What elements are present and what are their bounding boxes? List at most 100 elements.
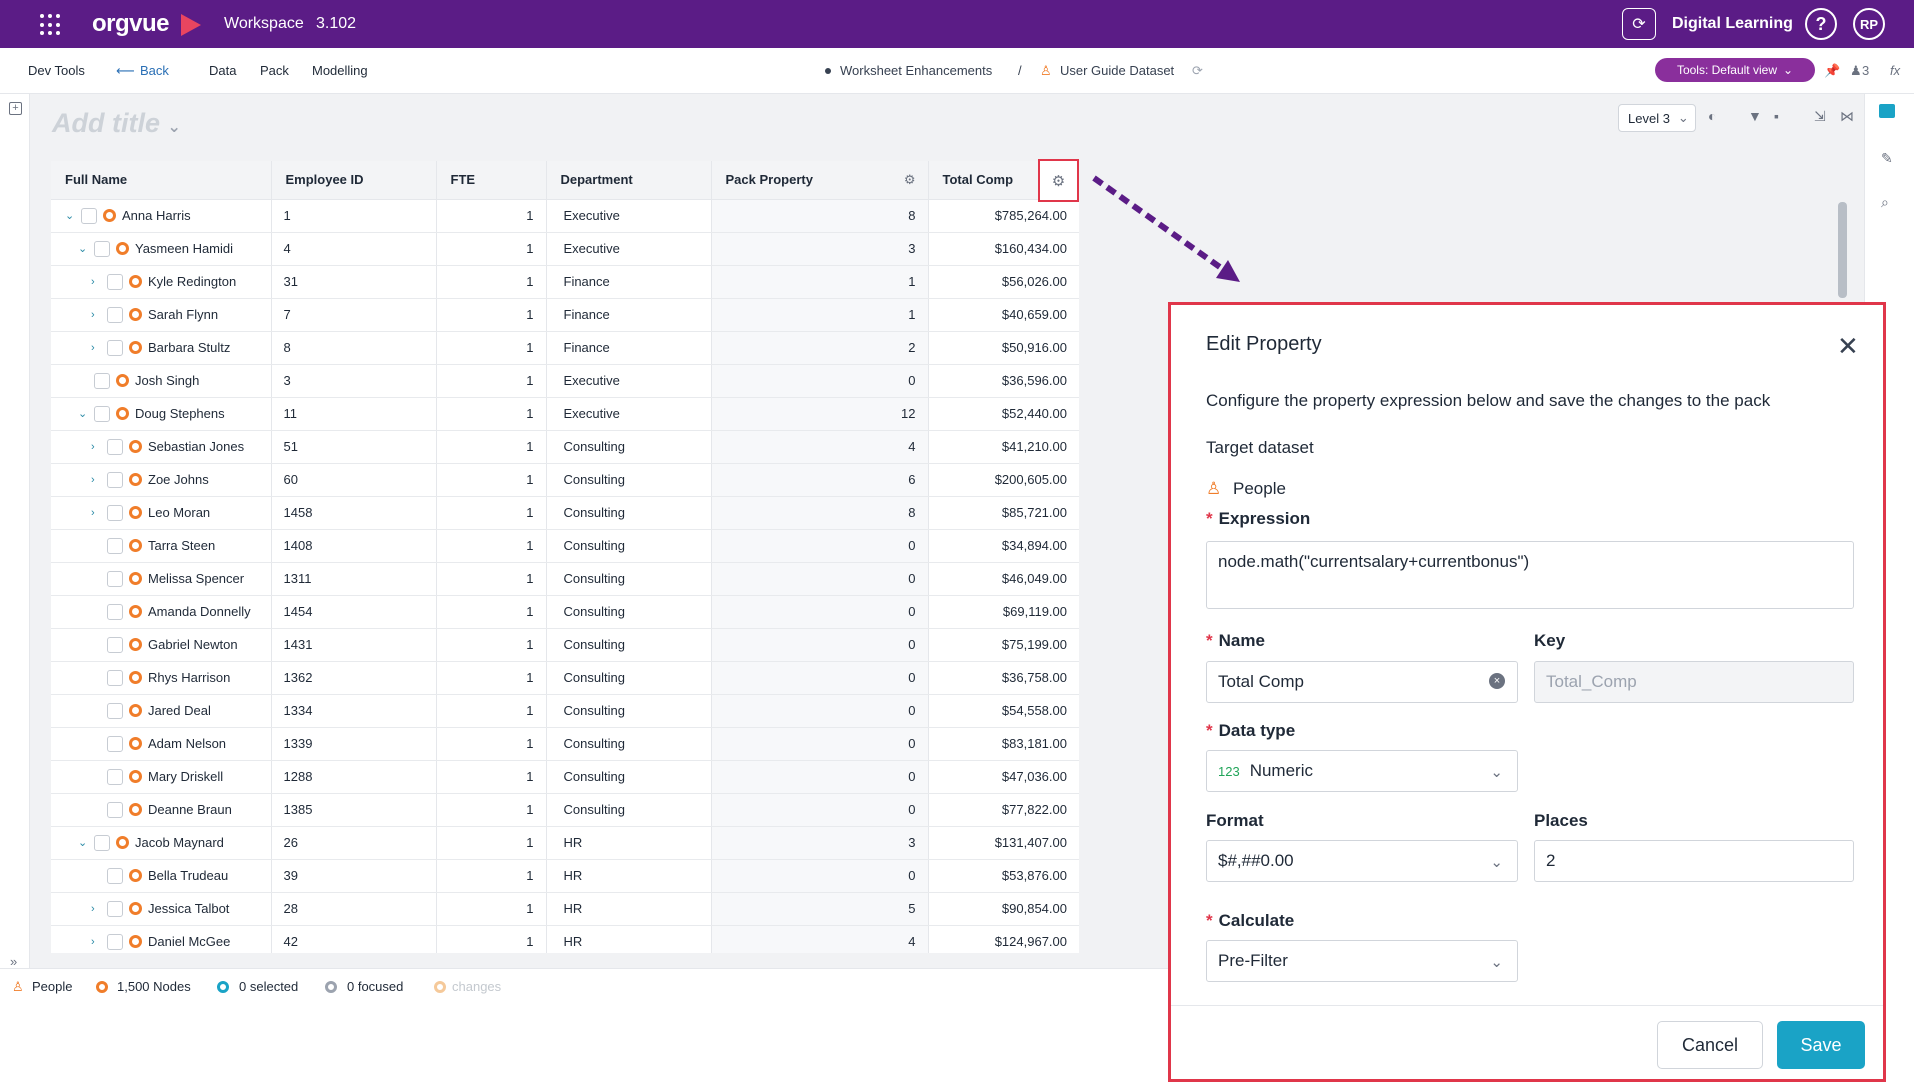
total-comp-cell[interactable]: $77,822.00 — [928, 793, 1079, 827]
data-type-select[interactable]: 123 Numeric ⌄ — [1206, 750, 1518, 792]
users-icon[interactable]: ♟ — [1850, 63, 1862, 79]
table-row[interactable]: Rhys Harrison 1362 1 Consulting 0 $36,758.00 — [51, 661, 1079, 695]
employee-id-cell[interactable]: 1311 — [271, 562, 437, 596]
tools-view-button[interactable]: Tools: Default view ⌄ — [1655, 58, 1815, 82]
fte-cell[interactable]: 1 — [436, 793, 547, 827]
full-name-cell[interactable]: Melissa Spencer — [51, 562, 272, 596]
status-changes[interactable]: changes — [452, 979, 501, 994]
full-name-cell[interactable]: › Zoe Johns — [51, 463, 272, 497]
chevron-right-icon[interactable]: › — [91, 936, 101, 948]
employee-id-cell[interactable]: 8 — [271, 331, 437, 365]
row-checkbox[interactable] — [107, 702, 123, 719]
total-comp-cell[interactable]: $46,049.00 — [928, 562, 1079, 596]
fte-cell[interactable]: 1 — [436, 760, 547, 794]
table-row[interactable]: Gabriel Newton 1431 1 Consulting 0 $75,199.00 — [51, 628, 1079, 662]
expression-textarea[interactable]: node.math("currentsalary+currentbonus") — [1206, 541, 1854, 609]
fte-cell[interactable]: 1 — [436, 529, 547, 563]
full-name-cell[interactable]: › Daniel McGee — [51, 925, 272, 953]
employee-id-cell[interactable]: 1288 — [271, 760, 437, 794]
full-name-cell[interactable]: › Kyle Redington — [51, 265, 272, 299]
chart-panel-icon[interactable] — [1879, 104, 1895, 118]
chevron-right-icon[interactable]: › — [91, 276, 101, 288]
total-comp-cell[interactable]: $124,967.00 — [928, 925, 1079, 953]
pack-property-cell[interactable]: 0 — [711, 760, 929, 794]
department-cell[interactable]: HR — [546, 859, 712, 893]
refresh-dataset-icon[interactable]: ⟳ — [1192, 63, 1203, 79]
pack-property-cell[interactable]: 5 — [711, 892, 929, 926]
status-focused[interactable]: 0 focused — [347, 979, 403, 994]
fte-cell[interactable]: 1 — [436, 661, 547, 695]
close-icon[interactable]: ✕ — [1837, 331, 1859, 362]
menu-dev-tools[interactable]: Dev Tools — [28, 63, 85, 78]
level-select[interactable]: Level 3 ⌄ — [1618, 104, 1696, 132]
department-cell[interactable]: Executive — [546, 199, 712, 233]
chevron-down-icon[interactable]: ⌄ — [78, 242, 88, 255]
full-name-cell[interactable]: Tarra Steen — [51, 529, 272, 563]
menu-pack[interactable]: Pack — [260, 63, 289, 78]
table-row[interactable]: Tarra Steen 1408 1 Consulting 0 $34,894.00 — [51, 529, 1079, 563]
status-nodes[interactable]: 1,500 Nodes — [117, 979, 191, 994]
pack-property-cell[interactable]: 0 — [711, 793, 929, 827]
employee-id-cell[interactable]: 1458 — [271, 496, 437, 530]
cancel-button[interactable]: Cancel — [1657, 1021, 1763, 1069]
chevron-right-icon[interactable]: › — [91, 342, 101, 354]
total-comp-cell[interactable]: $85,721.00 — [928, 496, 1079, 530]
employee-id-cell[interactable]: 51 — [271, 430, 437, 464]
column-header-fte[interactable]: FTE — [436, 161, 547, 200]
employee-id-cell[interactable]: 4 — [271, 232, 437, 266]
pack-property-cell[interactable]: 8 — [711, 496, 929, 530]
fte-cell[interactable]: 1 — [436, 562, 547, 596]
fte-cell[interactable]: 1 — [436, 694, 547, 728]
fte-cell[interactable]: 1 — [436, 397, 547, 431]
row-checkbox[interactable] — [107, 471, 123, 488]
column-header-employee-id[interactable]: Employee ID — [271, 161, 437, 200]
department-cell[interactable]: Consulting — [546, 628, 712, 662]
column-settings-gear-icon[interactable]: ⚙ — [904, 172, 916, 188]
department-cell[interactable]: Consulting — [546, 661, 712, 695]
fte-cell[interactable]: 1 — [436, 925, 547, 953]
table-row[interactable]: › Barbara Stultz 8 1 Finance 2 $50,916.00 — [51, 331, 1079, 365]
fte-cell[interactable]: 1 — [436, 727, 547, 761]
total-comp-cell[interactable]: $69,119.00 — [928, 595, 1079, 629]
department-cell[interactable]: Finance — [546, 265, 712, 299]
row-checkbox[interactable] — [81, 207, 97, 224]
full-name-cell[interactable]: › Sarah Flynn — [51, 298, 272, 332]
table-row[interactable]: ⌄ Yasmeen Hamidi 4 1 Executive 3 $160,434.00 — [51, 232, 1079, 266]
pack-property-cell[interactable]: 3 — [711, 826, 929, 860]
employee-id-cell[interactable]: 26 — [271, 826, 437, 860]
pack-property-cell[interactable]: 4 — [711, 925, 929, 953]
total-comp-cell[interactable]: $90,854.00 — [928, 892, 1079, 926]
search-icon[interactable]: ⌕ — [1881, 194, 1889, 211]
full-name-cell[interactable]: ⌄ Yasmeen Hamidi — [51, 232, 272, 266]
comment-icon[interactable]: ▪ — [1774, 108, 1779, 124]
total-comp-cell[interactable]: $200,605.00 — [928, 463, 1079, 497]
full-name-cell[interactable]: Gabriel Newton — [51, 628, 272, 662]
table-row[interactable]: › Leo Moran 1458 1 Consulting 8 $85,721.00 — [51, 496, 1079, 530]
row-checkbox[interactable] — [107, 933, 123, 950]
chevron-right-icon[interactable]: › — [91, 903, 101, 915]
row-checkbox[interactable] — [107, 306, 123, 323]
pack-property-cell[interactable]: 1 — [711, 265, 929, 299]
full-name-cell[interactable]: ⌄ Anna Harris — [51, 199, 272, 233]
pack-property-cell[interactable]: 0 — [711, 628, 929, 662]
pack-property-cell[interactable]: 0 — [711, 562, 929, 596]
app-grid-icon[interactable] — [40, 14, 62, 36]
column-header-pack-property[interactable]: Pack Property ⚙ — [711, 161, 929, 200]
row-checkbox[interactable] — [107, 570, 123, 587]
pack-property-cell[interactable]: 8 — [711, 199, 929, 233]
fte-cell[interactable]: 1 — [436, 265, 547, 299]
pack-property-cell[interactable]: 0 — [711, 529, 929, 563]
column-header-full-name[interactable]: Full Name — [51, 161, 272, 200]
employee-id-cell[interactable]: 7 — [271, 298, 437, 332]
row-checkbox[interactable] — [107, 603, 123, 620]
full-name-cell[interactable]: Deanne Braun — [51, 793, 272, 827]
total-comp-cell[interactable]: $36,596.00 — [928, 364, 1079, 398]
table-row[interactable]: Amanda Donnelly 1454 1 Consulting 0 $69,119.0… — [51, 595, 1079, 629]
total-comp-cell[interactable]: $56,026.00 — [928, 265, 1079, 299]
pack-property-cell[interactable]: 0 — [711, 694, 929, 728]
formula-icon[interactable]: fx — [1890, 63, 1900, 78]
pack-property-cell[interactable]: 0 — [711, 727, 929, 761]
department-cell[interactable]: Consulting — [546, 595, 712, 629]
pack-property-cell[interactable]: 0 — [711, 364, 929, 398]
table-row[interactable]: Mary Driskell 1288 1 Consulting 0 $47,036.00 — [51, 760, 1079, 794]
